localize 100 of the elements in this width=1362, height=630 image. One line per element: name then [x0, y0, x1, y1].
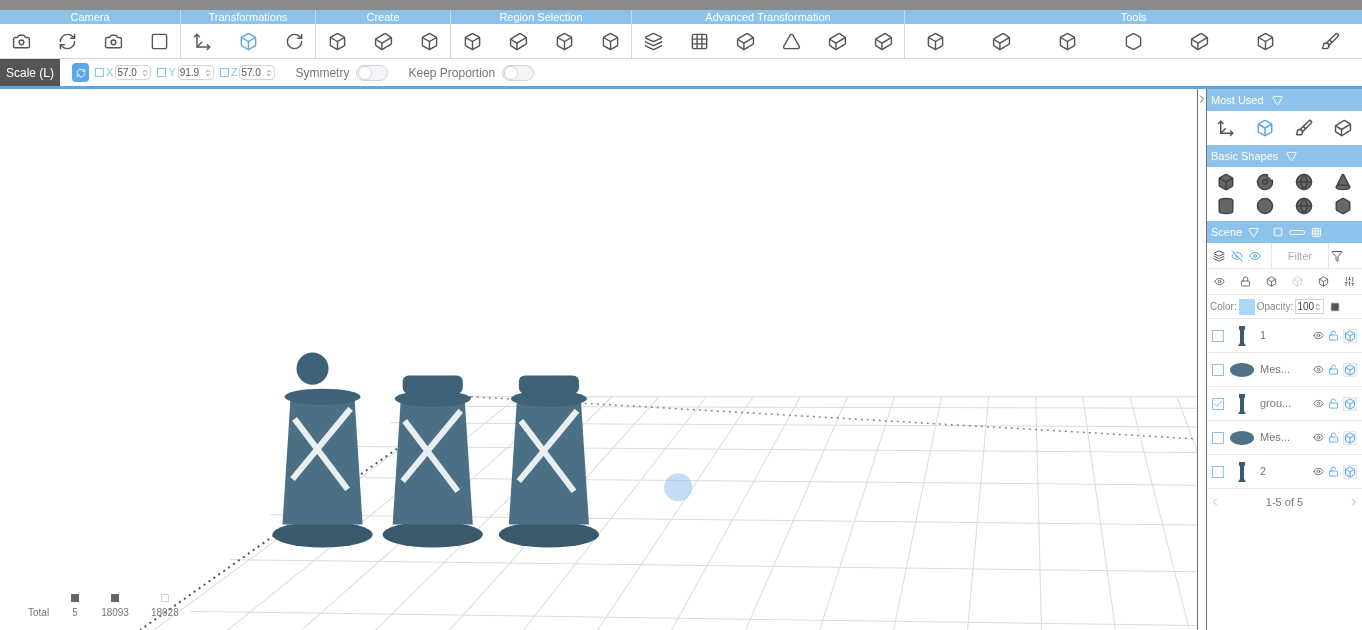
cube-icon	[1266, 276, 1278, 287]
tool-icon	[554, 31, 574, 51]
scale-mode-label: Scale (L)	[0, 59, 61, 86]
eye-icon	[1249, 249, 1261, 262]
tool-icon	[149, 31, 169, 51]
tool-icon	[1058, 31, 1078, 51]
tool-icon	[926, 31, 946, 51]
cube-icon	[1343, 396, 1357, 411]
shape-button[interactable]	[1294, 197, 1313, 215]
spinner-icon	[203, 68, 212, 77]
tool-icon	[873, 31, 893, 51]
sliders-icon	[1343, 276, 1355, 287]
scene-item[interactable]: 2	[1207, 455, 1362, 489]
axis-label: Z	[230, 65, 238, 81]
shape-icon	[1217, 197, 1236, 215]
shape-icon	[1333, 197, 1352, 215]
refresh-icon	[75, 67, 86, 78]
scene-item[interactable]: 1	[1207, 319, 1362, 353]
shape-button[interactable]	[1256, 197, 1275, 215]
tool-icon	[827, 31, 847, 51]
most-used-tool-button[interactable]	[1217, 119, 1236, 137]
tool-icon	[1217, 119, 1236, 137]
eye-icon	[1313, 432, 1324, 443]
most-used-tool-button[interactable]	[1333, 119, 1352, 137]
collapse-icon	[1271, 94, 1283, 106]
check-icon	[1213, 398, 1223, 409]
stats-value: 18093	[101, 606, 129, 620]
item-name: grou...	[1260, 396, 1293, 412]
shape-button[interactable]	[1217, 197, 1236, 215]
grid-view-icon	[1311, 226, 1323, 238]
axis-checkbox[interactable]	[157, 68, 167, 77]
axis-checkbox[interactable]	[95, 68, 105, 77]
shape-button[interactable]	[1333, 197, 1352, 215]
eye-icon	[1313, 364, 1324, 375]
single-view-icon	[1273, 227, 1284, 237]
lock-icon	[1240, 276, 1252, 287]
tool-icon	[103, 31, 123, 51]
shape-button[interactable]	[1217, 173, 1236, 191]
opacity-field[interactable]: 100	[1295, 299, 1325, 314]
tool-icon	[643, 31, 663, 51]
collapse-icon	[1286, 150, 1298, 162]
shape-icon	[1333, 173, 1352, 191]
cube-icon	[1317, 276, 1329, 287]
spinner-icon	[265, 68, 274, 77]
axis-value-field[interactable]: 57.0	[239, 65, 276, 80]
cube-icon	[1343, 430, 1357, 445]
toggle-switch[interactable]	[356, 64, 389, 81]
scene-item[interactable]: Mes...	[1207, 353, 1362, 387]
most-used-tool-button[interactable]	[1294, 119, 1313, 137]
shape-button[interactable]	[1294, 173, 1313, 191]
toolbar-group-header: Tools	[905, 10, 1362, 24]
scene-item[interactable]: grou...	[1207, 387, 1362, 421]
tool-icon	[1294, 119, 1313, 137]
tool-icon	[508, 31, 528, 51]
item-name: 1	[1260, 328, 1268, 344]
disc-thumbnail	[1229, 429, 1255, 446]
shape-button[interactable]	[1333, 173, 1352, 191]
reset-button[interactable]	[72, 63, 90, 82]
eye-icon	[1313, 398, 1324, 409]
shape-icon	[1256, 173, 1275, 191]
eye-icon	[1214, 276, 1226, 287]
stats-value: 5	[72, 606, 78, 620]
shape-button[interactable]	[1256, 173, 1275, 191]
scene-item[interactable]: Mes...	[1207, 421, 1362, 455]
tool-icon	[192, 31, 212, 51]
axis-label: X	[106, 65, 114, 81]
stop-icon	[1330, 301, 1341, 312]
tool-icon	[57, 31, 77, 51]
piece-thumbnail	[1236, 391, 1248, 416]
axis-label: Y	[168, 65, 176, 81]
item-checkbox[interactable]	[1212, 329, 1224, 342]
hidden-icon	[1231, 249, 1243, 262]
pagination-label: 1-5 of 5	[1265, 494, 1304, 510]
item-checkbox[interactable]	[1212, 363, 1224, 376]
axis-value-field[interactable]: 91.9	[177, 65, 214, 80]
axis-value-field[interactable]: 57.0	[115, 65, 152, 80]
tool-icon	[462, 31, 482, 51]
tool-icon	[600, 31, 620, 51]
tool-icon	[419, 31, 439, 51]
tool-icon	[238, 31, 258, 51]
filter-field[interactable]: Filter	[1271, 243, 1329, 268]
stats-square-icon	[160, 594, 169, 602]
item-checkbox[interactable]	[1212, 431, 1224, 444]
unlock-icon	[1328, 398, 1339, 409]
stats-square-icon	[71, 594, 80, 602]
toolbar-group-header: Region Selection	[451, 10, 631, 24]
unlock-icon	[1328, 432, 1339, 443]
tool-icon	[1256, 119, 1275, 137]
shape-icon	[1217, 173, 1236, 191]
tool-icon	[1255, 31, 1275, 51]
opacity-label: Opacity:	[1256, 300, 1294, 314]
unlock-icon	[1328, 364, 1339, 375]
color-swatch[interactable]	[1238, 298, 1255, 315]
axis-checkbox[interactable]	[219, 68, 229, 77]
piece-thumbnail	[1236, 459, 1248, 484]
tool-icon	[1189, 31, 1209, 51]
item-checkbox[interactable]	[1212, 465, 1224, 478]
tool-icon	[689, 31, 709, 51]
toggle-switch[interactable]	[502, 64, 535, 81]
item-checkbox[interactable]	[1212, 397, 1224, 410]
